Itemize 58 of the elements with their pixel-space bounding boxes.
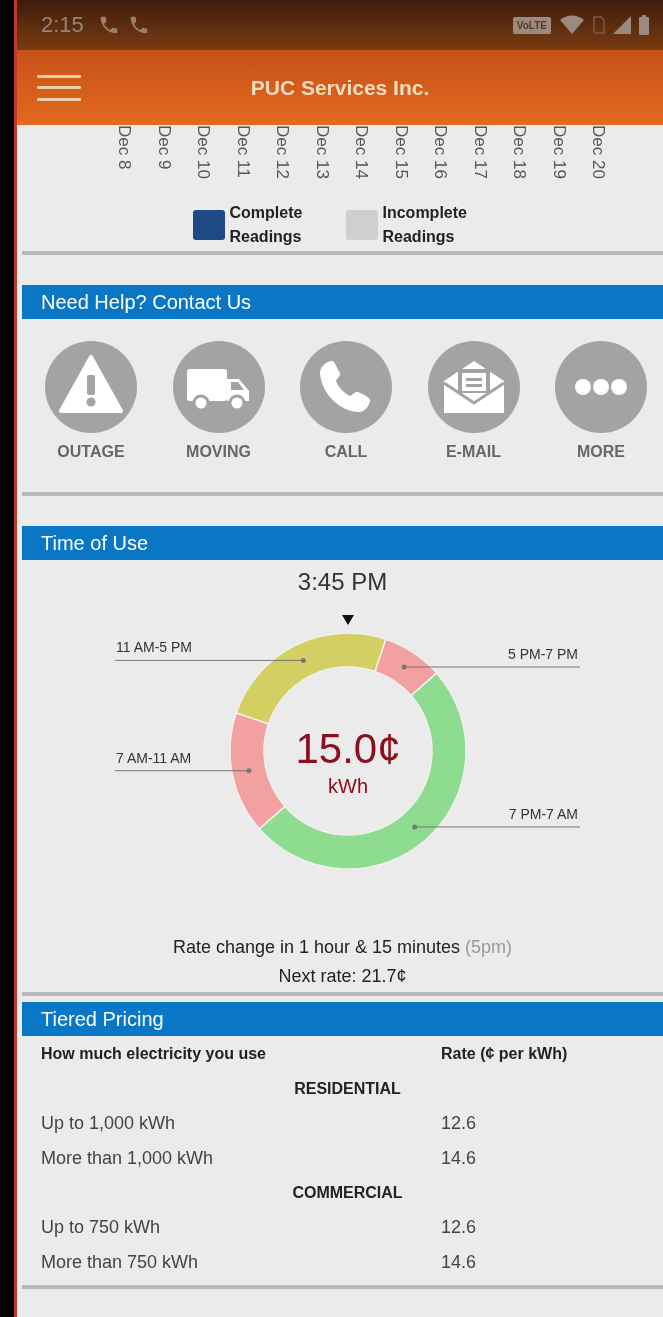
contact-action[interactable]: CALL [298,341,394,461]
slice-label: 11 AM-5 PM [116,639,192,656]
contact-action[interactable]: E-MAIL [425,341,522,461]
contact-action[interactable]: MOVING [170,341,267,461]
current-rate: 15.0¢ [295,725,401,772]
legend-label: Complete Readings [229,203,304,247]
contact-action[interactable]: OUTAGE [43,341,139,461]
wifi-icon [559,15,585,35]
legend-label: Incomplete Readings [382,203,468,247]
date-label: Dec 9 [153,125,175,172]
column-header: How much electricity you use [41,1045,267,1063]
date-label: Dec 18 [509,125,530,181]
table-cell-text: Up to 750 kWh [41,1217,162,1238]
sim-icon [593,16,605,34]
slice-label: 7 AM-11 AM [116,749,192,766]
contact-action[interactable]: MORE [553,341,649,461]
signal-icon [613,16,631,34]
date-label: Dec 8 [114,125,135,172]
section-header: Need Help? Contact Us [22,285,663,319]
table-cell: 14.6 [441,1148,477,1169]
current-time: 3:45 PM [296,568,389,596]
table-cell-text: More than 750 kWh [41,1252,200,1273]
more-icon [555,341,647,433]
menu-icon[interactable] [37,74,81,101]
rate-unit: kWh [328,775,368,797]
section-header: Tiered Pricing [22,1002,663,1036]
slice-label: 5 PM-7 PM [508,646,578,662]
group-heading: RESIDENTIAL [294,1080,401,1097]
rate-change-text: Rate change in 1 hour & 15 minutes (5pm) [171,937,514,958]
group-heading: COMMERCIAL [292,1184,403,1201]
table-cell-text: Up to 1,000 kWh [41,1113,177,1134]
table-cell: 14.6 [441,1252,477,1273]
column-header: Rate (¢ per kWh) [441,1045,568,1063]
status-time: 2:15 [41,12,84,38]
warning-icon [45,341,137,433]
date-label: Dec 15 [390,125,412,181]
truck-icon [172,341,265,433]
date-label: Dec 12 [272,125,293,181]
date-label: Dec 17 [469,125,491,181]
volte-badge: VoLTE [512,16,551,34]
date-label: Dec 20 [588,125,609,181]
slice-label: 7 PM-7 AM [508,805,578,822]
app-title: PUC Services Inc. [249,75,431,100]
phone-icon [300,341,392,433]
section-header: Time of Use [22,526,663,560]
date-label: Dec 16 [430,125,451,181]
table-cell: 12.6 [441,1217,477,1238]
date-label: Dec 11 [232,125,254,180]
date-label: Dec 14 [351,125,372,181]
date-label: Dec 10 [193,125,214,181]
table-cell-text: More than 1,000 kWh [41,1148,215,1169]
date-label: Dec 13 [311,125,333,181]
date-label: Dec 19 [548,125,570,181]
time-pointer-icon [342,615,354,625]
table-cell: 12.6 [441,1113,477,1134]
next-rate-text: Next rate: 21.7¢ [277,966,408,987]
battery-icon [639,15,649,35]
envelope-icon [427,341,520,433]
